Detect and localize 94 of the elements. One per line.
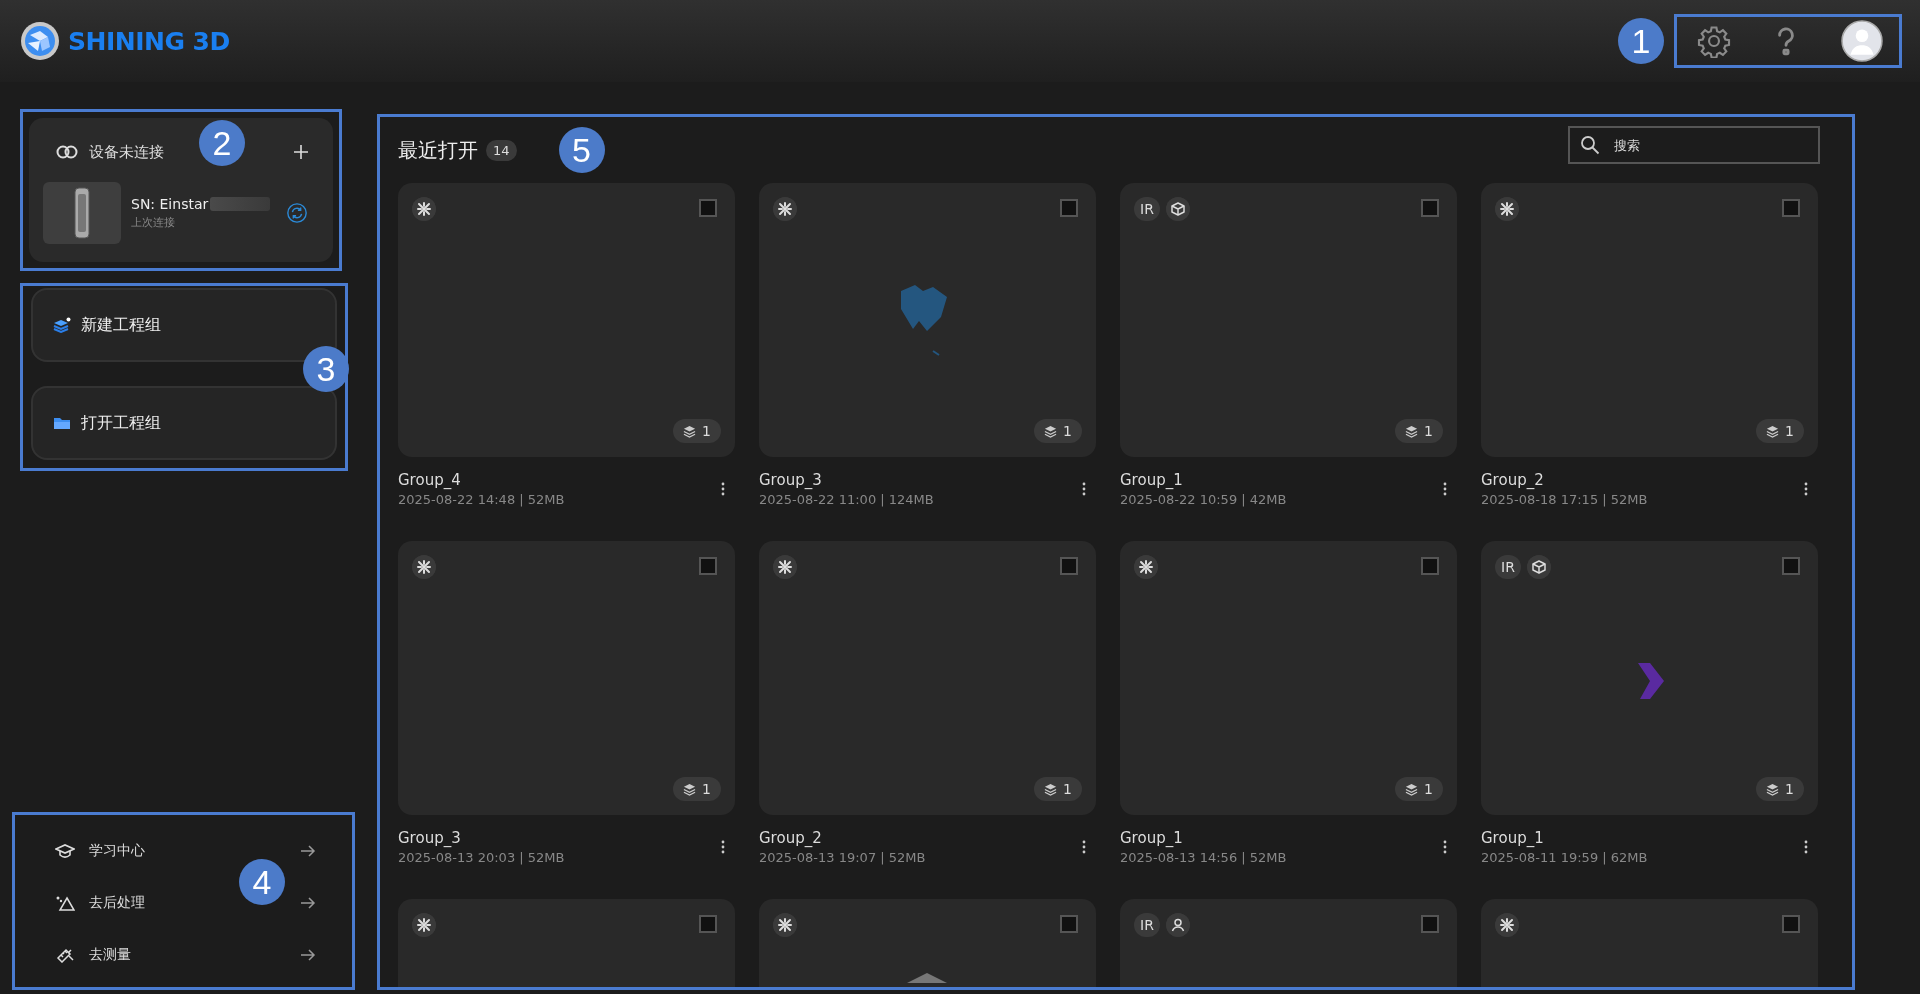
- annotation-number: 1: [1618, 18, 1664, 64]
- more-icon[interactable]: [1443, 840, 1447, 854]
- project-name: Group_1: [1481, 829, 1545, 847]
- refresh-icon[interactable]: [286, 202, 309, 224]
- project-thumbnail[interactable]: 1: [1481, 183, 1818, 457]
- mode-tag: IR: [1495, 555, 1521, 579]
- count-badge: 14: [486, 139, 517, 161]
- checkbox[interactable]: [1060, 199, 1078, 217]
- project-name: Group_1: [1120, 829, 1184, 847]
- link-icon: [55, 144, 79, 160]
- checkbox[interactable]: [1782, 199, 1800, 217]
- mode-tag: IR: [1134, 913, 1160, 937]
- search-bar[interactable]: 搜索: [1568, 126, 1820, 164]
- layer-count: 1: [1063, 781, 1072, 797]
- project-details: 2025-08-22 14:48 | 52MB: [398, 492, 565, 507]
- search-icon: [1580, 135, 1600, 155]
- layer-count: 1: [702, 781, 711, 797]
- annotation-number: 4: [239, 859, 285, 905]
- layer-count: 1: [1785, 781, 1794, 797]
- layers-icon: [1766, 782, 1780, 796]
- last-connected-label: 上次连接: [131, 215, 176, 230]
- checkbox[interactable]: [1782, 915, 1800, 933]
- project-thumbnail[interactable]: 1: [398, 541, 735, 815]
- project-name: Group_4: [398, 471, 462, 489]
- checkbox[interactable]: [1782, 557, 1800, 575]
- project-name: Group_2: [759, 829, 823, 847]
- layers-icon: [1766, 424, 1780, 438]
- layer-count: 1: [1424, 781, 1433, 797]
- layer-count: 1: [1785, 423, 1794, 439]
- project-group-button[interactable]: 打开工程组: [31, 386, 337, 460]
- more-icon[interactable]: [721, 482, 725, 496]
- navigation-link[interactable]: 去测量: [45, 929, 322, 981]
- project-details: 2025-08-22 11:00 | 124MB: [759, 492, 934, 507]
- search-input[interactable]: 搜索: [1612, 136, 1796, 154]
- checkbox[interactable]: [1060, 557, 1078, 575]
- mode-tag: IR: [1134, 197, 1160, 221]
- arrow-icon: [300, 895, 316, 911]
- checkbox[interactable]: [699, 557, 717, 575]
- checkbox[interactable]: [1060, 915, 1078, 933]
- project-details: 2025-08-22 10:59 | 42MB: [1120, 492, 1287, 507]
- project-thumbnail[interactable]: 1: [1120, 541, 1457, 815]
- more-icon[interactable]: [1804, 482, 1808, 496]
- blurred-text: [210, 197, 271, 211]
- project-details: 2025-08-13 20:03 | 52MB: [398, 850, 565, 865]
- layers-icon: [683, 424, 697, 438]
- more-icon[interactable]: [721, 840, 725, 854]
- annotation-number: 5: [558, 127, 605, 173]
- project-name: Group_1: [1120, 471, 1184, 489]
- device-status: 设备未连接: [89, 142, 164, 162]
- layer-count: 1: [702, 423, 711, 439]
- project-thumbnail[interactable]: 1: [759, 541, 1096, 815]
- project-thumbnail[interactable]: 1: [759, 183, 1096, 457]
- layers-icon: [1405, 424, 1419, 438]
- layers-icon: [1044, 782, 1058, 796]
- more-icon[interactable]: [1804, 840, 1808, 854]
- project-details: 2025-08-11 19:59 | 62MB: [1481, 850, 1648, 865]
- project-thumbnail[interactable]: IR 1: [1120, 183, 1457, 457]
- layers-icon: [683, 782, 697, 796]
- project-name: Group_3: [759, 471, 823, 489]
- checkbox[interactable]: [699, 915, 717, 933]
- project-thumbnail[interactable]: IR 1: [1481, 541, 1818, 815]
- pyramid-icon: [55, 895, 75, 911]
- section-title: 最近打开: [398, 136, 478, 164]
- checkbox[interactable]: [1421, 199, 1439, 217]
- layer-count: 1: [1424, 423, 1433, 439]
- more-icon[interactable]: [1082, 840, 1086, 854]
- project-details: 2025-08-13 14:56 | 52MB: [1120, 850, 1287, 865]
- project-name: Group_3: [398, 829, 462, 847]
- checkbox[interactable]: [699, 199, 717, 217]
- graduation-cap-icon: [55, 843, 75, 859]
- serial-number: SN: Einstar: [131, 196, 209, 212]
- ruler-icon: [55, 947, 75, 963]
- arrow-icon: [300, 843, 316, 859]
- layers-icon: [53, 317, 71, 333]
- arrow-icon: [300, 947, 316, 963]
- project-thumbnail[interactable]: IR: [1120, 899, 1457, 987]
- more-icon[interactable]: [1082, 482, 1086, 496]
- project-details: 2025-08-18 17:15 | 52MB: [1481, 492, 1648, 507]
- project-details: 2025-08-13 19:07 | 52MB: [759, 850, 926, 865]
- annotation-number: 3: [303, 346, 349, 392]
- logo-icon: [20, 21, 60, 61]
- checkbox[interactable]: [1421, 557, 1439, 575]
- checkbox[interactable]: [1421, 915, 1439, 933]
- avatar-icon[interactable]: [1841, 20, 1883, 62]
- scroll-up-icon[interactable]: [905, 973, 949, 983]
- project-thumbnail[interactable]: 1: [398, 183, 735, 457]
- layer-count: 1: [1063, 423, 1072, 439]
- project-name: Group_2: [1481, 471, 1545, 489]
- more-icon[interactable]: [1443, 482, 1447, 496]
- brand-name: SHINING 3D: [68, 26, 230, 56]
- folder-icon: [53, 415, 71, 431]
- layers-icon: [1405, 782, 1419, 796]
- settings-icon[interactable]: [1697, 24, 1731, 58]
- layers-icon: [1044, 424, 1058, 438]
